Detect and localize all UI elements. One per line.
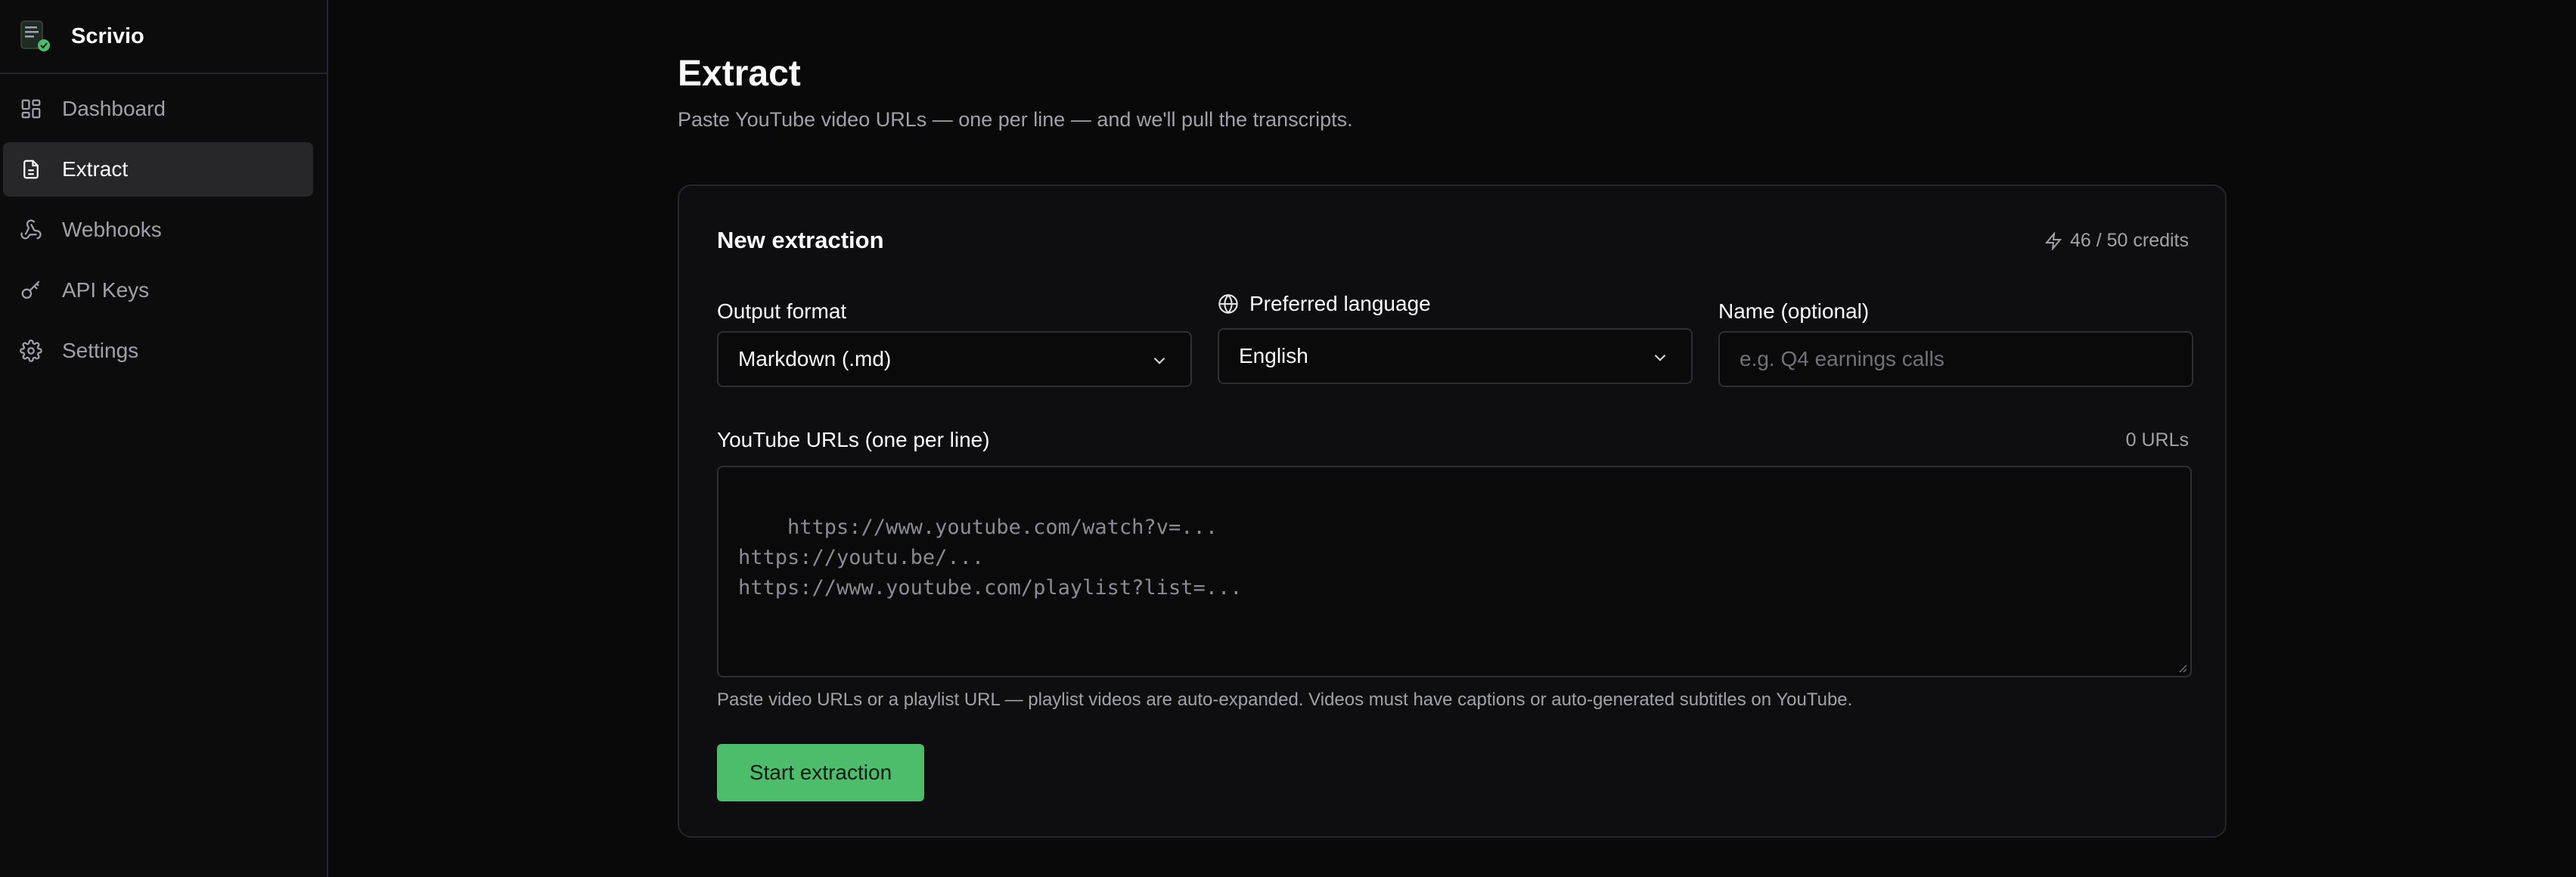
resize-handle-icon[interactable] (2175, 661, 2187, 673)
credits-badge: 46 / 50 credits (2044, 230, 2189, 252)
sidebar-item-api-keys[interactable]: API Keys (3, 263, 313, 318)
new-extraction-card: New extraction 46 / 50 credits Output fo… (678, 184, 2227, 838)
preferred-language-label: Preferred language (1218, 292, 1431, 316)
chevron-down-icon (1153, 357, 1165, 364)
sidebar-item-label: Webhooks (62, 218, 162, 241)
sidebar-item-dashboard[interactable]: Dashboard (3, 82, 313, 136)
chevron-down-icon (1654, 354, 1666, 361)
sidebar-nav: Dashboard Extract Webhooks API Keys Sett… (0, 74, 327, 378)
name-input[interactable]: e.g. Q4 earnings calls (1718, 331, 2193, 387)
sidebar-item-label: Extract (62, 157, 129, 181)
youtube-urls-textarea[interactable]: https://www.youtube.com/watch?v=... http… (717, 466, 2192, 677)
output-format-value: Markdown (.md) (738, 347, 892, 370)
help-text: Paste video URLs or a playlist URL — pla… (717, 690, 1853, 710)
dashboard-icon (20, 98, 42, 120)
key-icon (20, 279, 42, 302)
sidebar-item-extract[interactable]: Extract (3, 142, 313, 197)
gear-icon (20, 339, 42, 362)
preferred-language-label-text: Preferred language (1249, 292, 1431, 315)
start-extraction-button[interactable]: Start extraction (717, 744, 924, 801)
scrivio-logo-icon (18, 19, 53, 54)
sidebar-item-webhooks[interactable]: Webhooks (3, 203, 313, 257)
output-format-label: Output format (717, 299, 846, 324)
sidebar: Scrivio Dashboard Extract Webhooks API K… (0, 0, 328, 877)
url-count: 0 URLs (2125, 429, 2189, 451)
brand[interactable]: Scrivio (0, 0, 327, 74)
language-value: English (1239, 344, 1308, 367)
youtube-urls-placeholder: https://www.youtube.com/watch?v=... http… (738, 516, 1243, 600)
globe-icon (1218, 293, 1238, 315)
sidebar-item-label: Dashboard (62, 97, 166, 120)
youtube-urls-label: YouTube URLs (one per line) (717, 428, 990, 452)
output-format-select[interactable]: Markdown (.md) (717, 331, 1192, 387)
output-format-label-text: Output format (717, 299, 847, 323)
name-placeholder: e.g. Q4 earnings calls (1740, 347, 1944, 370)
page-title: Extract (678, 54, 801, 94)
sidebar-item-label: Settings (62, 339, 139, 362)
credits-text: 46 / 50 credits (2069, 230, 2189, 251)
youtube-urls-label-text: YouTube URLs (one per line) (717, 428, 990, 451)
document-icon (20, 158, 42, 181)
sidebar-item-label: API Keys (62, 278, 150, 302)
language-select[interactable]: English (1218, 328, 1693, 384)
sidebar-item-settings[interactable]: Settings (3, 324, 313, 378)
webhook-icon (20, 218, 42, 241)
lightning-icon (2044, 231, 2062, 250)
card-title: New extraction (717, 227, 884, 253)
page-subtitle: Paste YouTube video URLs — one per line … (678, 108, 1353, 131)
name-label: Name (optional) (1718, 299, 1869, 324)
app-name: Scrivio (71, 23, 144, 48)
name-label-text: Name (optional) (1718, 299, 1870, 323)
